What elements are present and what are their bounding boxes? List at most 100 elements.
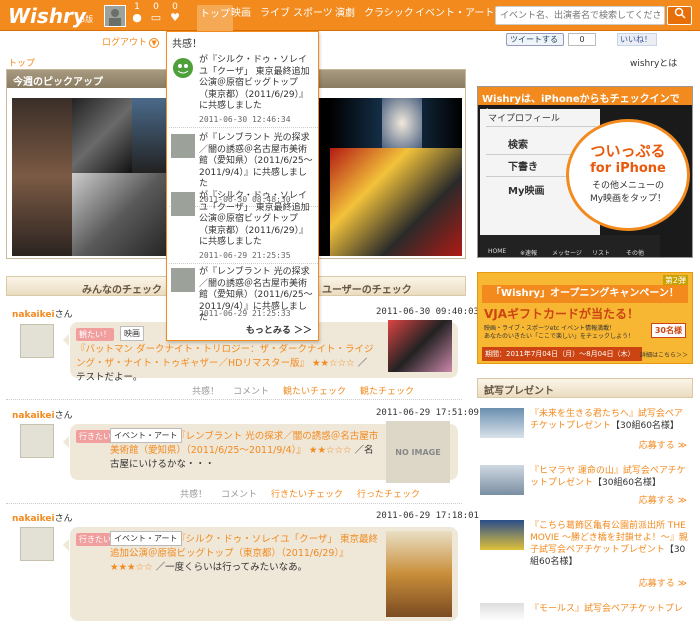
comment-counter[interactable]: 0 ▭ <box>149 2 163 24</box>
notification-item[interactable]: が『シルク・ドゥ・ソレイユ「クーザ」 東京最終追加公演＠原宿ビッグトップ（東京都… <box>169 188 318 264</box>
empathize-button[interactable]: 共感！ <box>180 490 207 500</box>
callout-subtitle: for iPhone <box>590 161 666 176</box>
iphone-banner[interactable]: Wishryは、iPhoneからもチェックインできる！ マイプロフィール 検索 … <box>477 86 693 258</box>
callout-text: My映画をタップ！ <box>589 194 667 204</box>
present-text: 『未来を生きる君たちへ』試写会ペアチケットプレゼント【30組60名様】 <box>530 408 690 432</box>
username[interactable]: nakaikei <box>12 514 55 524</box>
event-title-link[interactable]: 『シルク・ドゥ・ソレイユ「クーザ」 東京最終追加公演＠原宿ビッグトップ（東京都）… <box>110 534 378 559</box>
avatar[interactable] <box>171 268 195 292</box>
tabbar-label: メッセージ <box>552 250 582 257</box>
menu-item: マイプロフィール <box>486 109 596 127</box>
avatar[interactable] <box>171 192 195 216</box>
tab-everyone-checks[interactable]: みんなのチェック <box>82 281 162 296</box>
username-suffix: さん <box>54 411 73 421</box>
avatar[interactable] <box>20 424 54 458</box>
status-badge: 観たい！ <box>76 328 114 341</box>
breadcrumb[interactable]: トップ <box>8 56 35 69</box>
empathize-button[interactable]: 共感！ <box>192 387 219 397</box>
callout-text: その他メニューの <box>591 181 664 191</box>
campaign-details-link[interactable]: 詳細はこちら＞＞ <box>640 350 688 359</box>
present-text: 『こちら葛飾区亀有公園前派出所 THE MOVIE ～勝どき橋を封鎖せよ！～』親… <box>530 520 690 568</box>
apply-label: 応募する <box>638 496 675 506</box>
like-counter[interactable]: 0 ♥ <box>168 2 182 24</box>
want-go-check-button[interactable]: 行きたいチェック <box>271 490 343 500</box>
pickup-photo[interactable] <box>382 98 422 148</box>
tab-movie[interactable]: 映画 <box>231 7 251 21</box>
tabbar-label: その他 <box>626 250 645 257</box>
about-wishry-link[interactable]: wishryとは <box>630 56 677 69</box>
post-username[interactable]: nakaikeiさん <box>12 408 73 421</box>
tab-theater[interactable]: 演劇 <box>335 7 355 21</box>
user-avatar[interactable] <box>104 5 126 27</box>
avatar[interactable] <box>171 134 195 158</box>
pickup-photo[interactable] <box>72 173 172 256</box>
campaign-prize-headline: VJAギフトカードが当たる！ <box>484 307 640 321</box>
search-input[interactable] <box>495 6 665 25</box>
avatar[interactable] <box>20 527 54 561</box>
post-comment: ／一度くらいは行ってみたいなあ。 <box>155 562 308 573</box>
seen-check-button[interactable]: 観たチェック <box>360 387 414 397</box>
tab-live[interactable]: ライブ <box>260 7 290 21</box>
rating-stars: ★★★☆☆ <box>110 562 153 573</box>
callout-bubble: ついっぷる for iPhone その他メニューの My映画をタップ！ <box>566 119 690 231</box>
pickup-photo[interactable] <box>72 98 132 173</box>
post-actions: 共感！ コメント 観たいチェック 観たチェック <box>192 384 428 397</box>
no-image-placeholder: NO IMAGE <box>386 421 450 483</box>
search-icon <box>674 7 686 19</box>
present-thumbnail[interactable] <box>480 465 524 495</box>
tab-classic[interactable]: クラシック <box>364 7 414 21</box>
comment-button[interactable]: コメント <box>221 490 257 500</box>
present-prize: 【30組60名様】 <box>611 421 679 431</box>
username-suffix: さん <box>54 514 73 524</box>
like-label: いいね！ <box>620 35 652 44</box>
username[interactable]: nakaikei <box>12 310 55 320</box>
username[interactable]: nakaikei <box>12 411 55 421</box>
campaign-period: 期間：2011年7月04日（月）～8月04日（木） <box>482 347 642 361</box>
post-username[interactable]: nakaikeiさん <box>12 307 73 320</box>
present-thumbnail[interactable] <box>480 408 524 438</box>
avatar[interactable] <box>20 324 54 358</box>
campaign-banner[interactable]: 第2弾 「Wishry」オープニングキャンペーン！ VJAギフトカードが当たる！… <box>477 272 693 364</box>
friend-counter[interactable]: 1 ● <box>130 2 144 24</box>
event-thumbnail[interactable] <box>386 531 452 617</box>
tab-sports[interactable]: スポーツ <box>293 7 333 21</box>
wishry-logo[interactable]: Wishry <box>8 4 86 28</box>
comment-button[interactable]: コメント <box>233 387 269 397</box>
campaign-title: 「Wishry」オープニングキャンペーン！ <box>482 285 688 303</box>
notification-item[interactable]: が『シルク・ドゥ・ソレイユ「クーザ」 東京最終追加公演＠原宿ビッグトップ（東京都… <box>169 52 318 128</box>
logout-link[interactable]: ログアウト ▼ <box>102 35 160 48</box>
post-username[interactable]: nakaikeiさん <box>12 511 73 524</box>
notification-text: が『シルク・ドゥ・ソレイユ「クーザ」 東京最終追加公演＠原宿ビッグトップ（東京都… <box>199 191 310 247</box>
facebook-like-button[interactable]: いいね！ <box>617 33 657 46</box>
notification-item[interactable]: が『レンブラント 光の探求／闇の誘惑＠名古屋市美術館（愛知県）（2011/6/2… <box>169 264 318 323</box>
notification-time: 2011-06-30 12:46:34 <box>199 115 291 124</box>
pickup-photo[interactable] <box>330 148 462 256</box>
tweet-count: 0 <box>568 33 596 46</box>
campaign-text: あなたのいきたい「ここで楽しい」をチェックしよう！ <box>484 333 635 340</box>
status-badge: 行きたい <box>76 533 114 546</box>
apply-link[interactable]: 応募する ≫ <box>639 438 687 451</box>
pickup-photo[interactable] <box>12 98 72 256</box>
apply-link[interactable]: 応募する ≫ <box>639 493 687 506</box>
tab-user-checks[interactable]: ユーザーのチェック <box>322 281 412 296</box>
banner-title: Wishryは、iPhoneからもチェックインできる！ <box>478 87 692 120</box>
avatar[interactable] <box>171 56 195 80</box>
username-suffix: さん <box>54 310 73 320</box>
tabbar-label: ※速報 <box>520 250 538 257</box>
present-thumbnail[interactable] <box>480 520 524 550</box>
search-button[interactable] <box>667 6 692 25</box>
apply-link[interactable]: 応募する ≫ <box>639 576 687 589</box>
present-section-title: 試写プレゼント <box>477 378 693 398</box>
went-check-button[interactable]: 行ったチェック <box>357 490 420 500</box>
event-thumbnail[interactable] <box>388 320 452 372</box>
tweet-button[interactable]: ツイートする <box>506 33 564 46</box>
present-thumbnail[interactable] <box>480 603 524 621</box>
tab-top[interactable]: トップ <box>197 5 233 31</box>
divider <box>6 399 462 400</box>
see-more-link[interactable]: もっとみる ＞＞ <box>246 323 312 336</box>
tab-event-art[interactable]: イベント・アート <box>415 7 494 21</box>
want-check-button[interactable]: 観たいチェック <box>283 387 346 397</box>
present-title-link[interactable]: 『モールス』試写会ペアチケットプレ <box>530 604 683 614</box>
menu-item-label: 下書き <box>508 162 538 173</box>
empathy-dropdown: 共感！ が『シルク・ドゥ・ソレイユ「クーザ」 東京最終追加公演＠原宿ビッグトップ… <box>166 31 319 341</box>
